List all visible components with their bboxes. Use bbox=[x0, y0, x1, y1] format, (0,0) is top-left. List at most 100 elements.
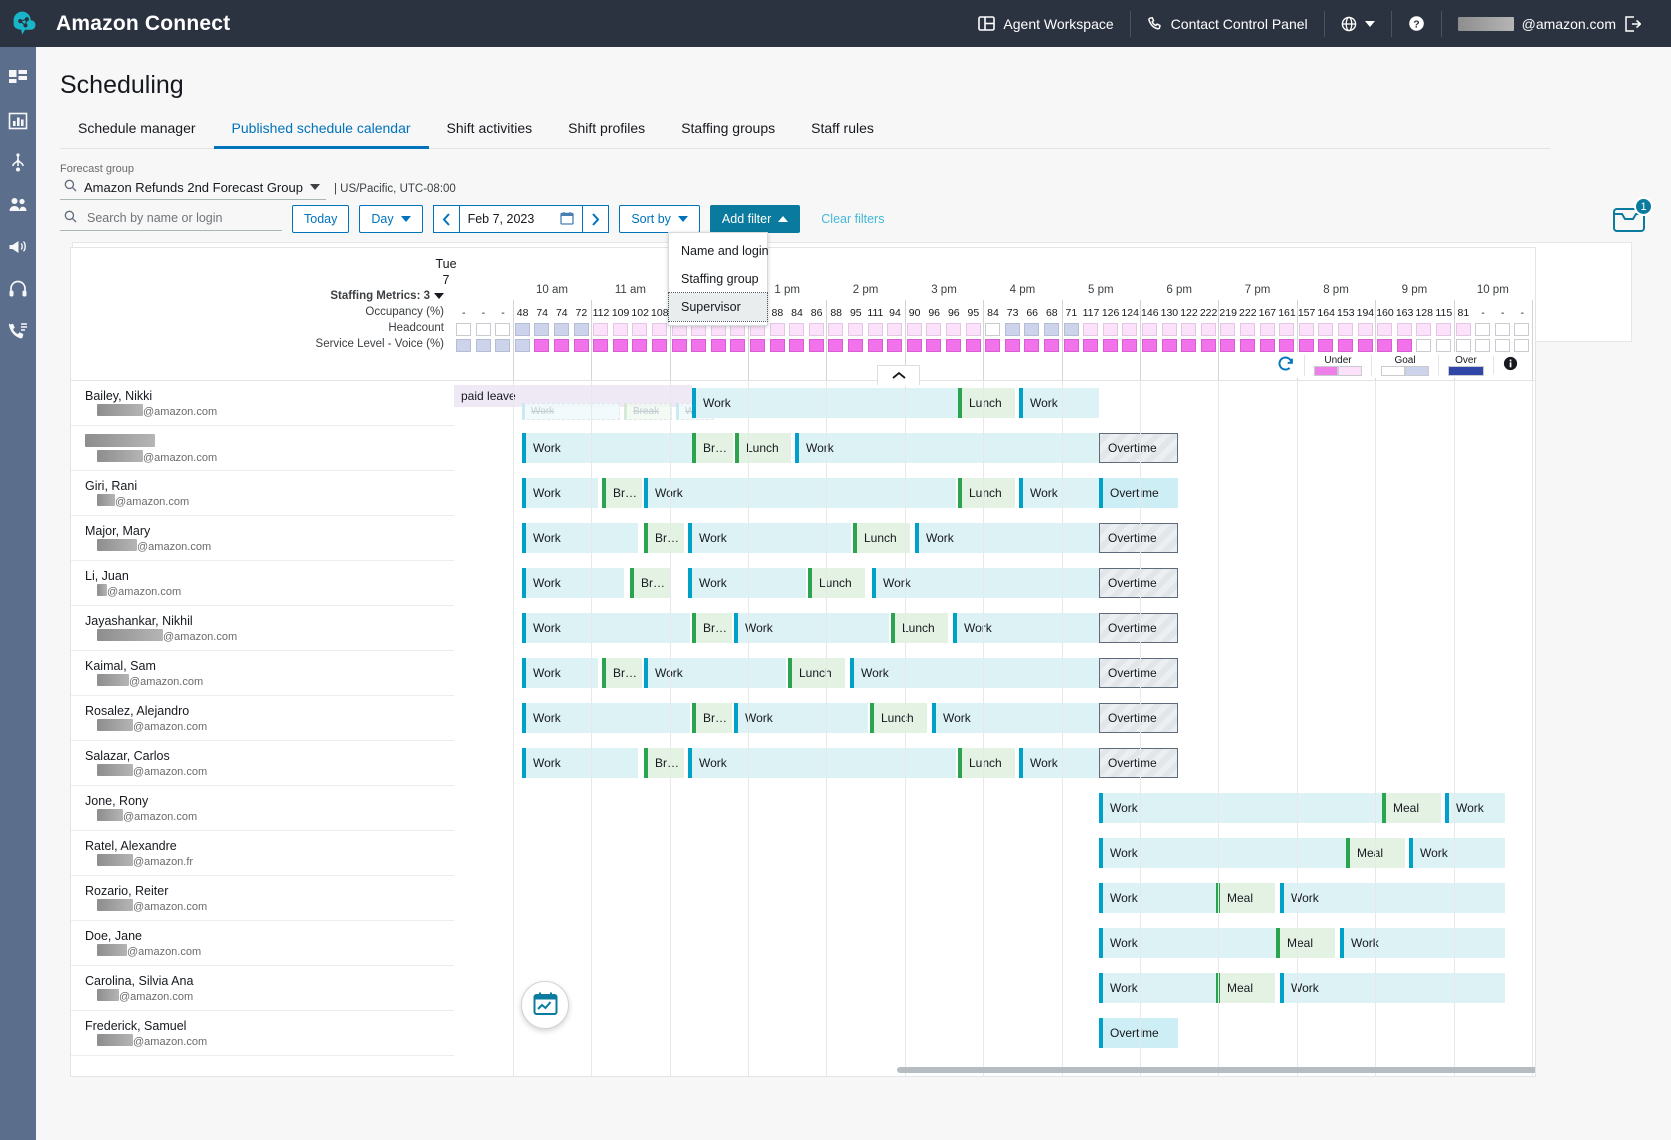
shift-block-work[interactable]: Work bbox=[1099, 838, 1346, 868]
calendar-icon[interactable] bbox=[560, 211, 574, 228]
shift-block-work[interactable]: Work bbox=[1099, 793, 1382, 823]
shift-block-work[interactable]: Work bbox=[953, 613, 1099, 643]
agent-workspace-link[interactable]: Agent Workspace bbox=[962, 9, 1129, 39]
shift-block-work[interactable]: Work bbox=[644, 478, 956, 508]
shift-block-lunch[interactable]: Lunch bbox=[735, 433, 791, 463]
tab-shift-profiles[interactable]: Shift profiles bbox=[550, 120, 663, 149]
shift-block-work[interactable]: Work bbox=[1340, 928, 1505, 958]
shift-block-lunch[interactable]: Lunch bbox=[891, 613, 948, 643]
shift-block-br[interactable]: Br… bbox=[630, 568, 670, 598]
shift-block-work[interactable]: Work bbox=[872, 568, 1099, 598]
shift-block-work[interactable]: Work bbox=[932, 703, 1099, 733]
shift-block-meal[interactable]: Meal bbox=[1216, 883, 1275, 913]
shift-block-meal[interactable]: Meal bbox=[1216, 973, 1275, 1003]
users-icon[interactable] bbox=[8, 195, 28, 215]
shift-block-work[interactable]: Work bbox=[1019, 478, 1099, 508]
agent-row[interactable]: Li, Juan@amazon.com bbox=[71, 561, 454, 606]
menu-item-name-and-login[interactable]: Name and login bbox=[669, 237, 767, 265]
search-input[interactable] bbox=[85, 210, 265, 226]
staffing-metrics-selector[interactable]: Staffing Metrics: 3 bbox=[71, 288, 454, 304]
shift-block-work[interactable]: Work bbox=[644, 658, 786, 688]
shift-block-overtime[interactable]: Overtime bbox=[1099, 703, 1178, 733]
date-picker[interactable]: Feb 7, 2023 bbox=[460, 205, 583, 233]
shift-block-overtime[interactable]: Overtime bbox=[1099, 568, 1178, 598]
previous-day-button[interactable] bbox=[433, 205, 460, 233]
campaign-megaphone-icon[interactable] bbox=[8, 237, 28, 257]
shift-block-work[interactable]: Work bbox=[1280, 973, 1505, 1003]
shift-block-overtime[interactable]: Overtime bbox=[1099, 433, 1178, 463]
today-button[interactable]: Today bbox=[292, 205, 349, 233]
collapse-metrics-button[interactable] bbox=[877, 365, 920, 385]
next-day-button[interactable] bbox=[582, 205, 609, 233]
agent-row[interactable]: Rosalez, Alejandro@amazon.com bbox=[71, 696, 454, 741]
shift-block-br[interactable]: Br… bbox=[692, 613, 732, 643]
shift-block-work[interactable]: Work bbox=[1280, 883, 1505, 913]
phone-list-icon[interactable] bbox=[8, 321, 28, 341]
shift-block-br[interactable]: Br… bbox=[692, 433, 733, 463]
shift-block-work[interactable]: Work bbox=[522, 403, 620, 420]
shift-block-lunch[interactable]: Lunch bbox=[870, 703, 927, 733]
menu-item-staffing-group[interactable]: Staffing group bbox=[669, 265, 767, 293]
shift-block-lunch[interactable]: Lunch bbox=[853, 523, 910, 553]
tab-staff-rules[interactable]: Staff rules bbox=[793, 120, 892, 149]
shift-block-work[interactable]: Work bbox=[522, 703, 690, 733]
notification-button[interactable]: 1 bbox=[1613, 206, 1647, 236]
agent-row[interactable]: Bailey, Nikki@amazon.com bbox=[71, 381, 454, 426]
chevron-down-icon[interactable] bbox=[310, 184, 320, 190]
agent-row[interactable]: Jayashankar, Nikhil@amazon.com bbox=[71, 606, 454, 651]
brand[interactable]: Amazon Connect bbox=[0, 5, 230, 43]
shift-block-work[interactable]: Work bbox=[1099, 883, 1216, 913]
analytics-bar-chart-icon[interactable] bbox=[8, 111, 28, 131]
add-filter-dropdown[interactable]: Add filter bbox=[710, 205, 800, 233]
refresh-icon[interactable] bbox=[1267, 355, 1304, 375]
shift-block-work[interactable]: Work bbox=[1019, 748, 1099, 778]
shift-block-br[interactable]: Br… bbox=[602, 478, 642, 508]
shift-block-work[interactable]: Work bbox=[915, 523, 1099, 553]
tab-published-schedule-calendar[interactable]: Published schedule calendar bbox=[214, 120, 429, 149]
agent-row[interactable]: @amazon.com bbox=[71, 426, 454, 471]
shift-block-br[interactable]: Br… bbox=[644, 523, 684, 553]
agent-row[interactable]: Jone, Rony@amazon.com bbox=[71, 786, 454, 831]
clear-filters-button[interactable]: Clear filters bbox=[810, 205, 895, 233]
shift-block-work[interactable]: Work bbox=[1019, 388, 1099, 418]
shift-block-br[interactable]: Br… bbox=[644, 748, 684, 778]
agent-row[interactable]: Rozario, Reiter@amazon.com bbox=[71, 876, 454, 921]
dashboard-icon[interactable] bbox=[8, 69, 28, 89]
forecast-group-select[interactable]: Amazon Refunds 2nd Forecast Group bbox=[60, 177, 326, 200]
shift-block-meal[interactable]: Meal bbox=[1382, 793, 1441, 823]
shift-block-work[interactable]: Work bbox=[734, 703, 868, 733]
shift-block-lunch[interactable]: Lunch bbox=[808, 568, 865, 598]
agent-row[interactable]: Frederick, Samuel@amazon.com bbox=[71, 1011, 454, 1056]
routing-flow-icon[interactable] bbox=[8, 153, 28, 173]
agent-row[interactable]: Giri, Rani@amazon.com bbox=[71, 471, 454, 516]
shift-block-work[interactable]: Work bbox=[522, 613, 690, 643]
shift-block-meal[interactable]: Meal bbox=[1276, 928, 1335, 958]
agent-row[interactable]: Carolina, Silvia Ana@amazon.com bbox=[71, 966, 454, 1011]
shift-block-overtime[interactable]: Overtime bbox=[1099, 523, 1178, 553]
shift-block-work[interactable]: Work bbox=[1099, 928, 1276, 958]
shift-block-overtime[interactable]: Overtime bbox=[1099, 613, 1178, 643]
tab-staffing-groups[interactable]: Staffing groups bbox=[663, 120, 793, 149]
horizontal-scrollbar[interactable] bbox=[897, 1067, 1536, 1073]
shift-block-work[interactable]: Work bbox=[522, 478, 598, 508]
shift-block-work[interactable]: Work bbox=[692, 388, 958, 418]
shift-block-work[interactable]: Work bbox=[688, 748, 956, 778]
shift-block-work[interactable]: Work bbox=[522, 523, 638, 553]
agent-row[interactable]: Doe, Jane@amazon.com bbox=[71, 921, 454, 966]
shift-block-br[interactable]: Br… bbox=[692, 703, 732, 733]
shift-block-work[interactable]: Work bbox=[795, 433, 1099, 463]
shift-block-work[interactable]: Work bbox=[522, 433, 692, 463]
shift-block-work[interactable]: Work bbox=[1409, 838, 1505, 868]
legend-info[interactable] bbox=[1493, 356, 1527, 374]
shift-block-work[interactable]: Work bbox=[688, 568, 806, 598]
shift-block-lunch[interactable]: Lunch bbox=[958, 388, 1015, 418]
shift-block-work[interactable]: Work bbox=[522, 748, 638, 778]
search-box[interactable] bbox=[60, 207, 282, 231]
shift-block-br[interactable]: Br… bbox=[602, 658, 642, 688]
shift-block-lunch[interactable]: Lunch bbox=[958, 478, 1015, 508]
agent-row[interactable]: Ratel, Alexandre@amazon.fr bbox=[71, 831, 454, 876]
tab-schedule-manager[interactable]: Schedule manager bbox=[60, 120, 214, 149]
shift-block-lunch[interactable]: Lunch bbox=[788, 658, 845, 688]
contact-control-panel-link[interactable]: Contact Control Panel bbox=[1131, 9, 1324, 39]
sign-out-icon[interactable] bbox=[1624, 16, 1641, 32]
